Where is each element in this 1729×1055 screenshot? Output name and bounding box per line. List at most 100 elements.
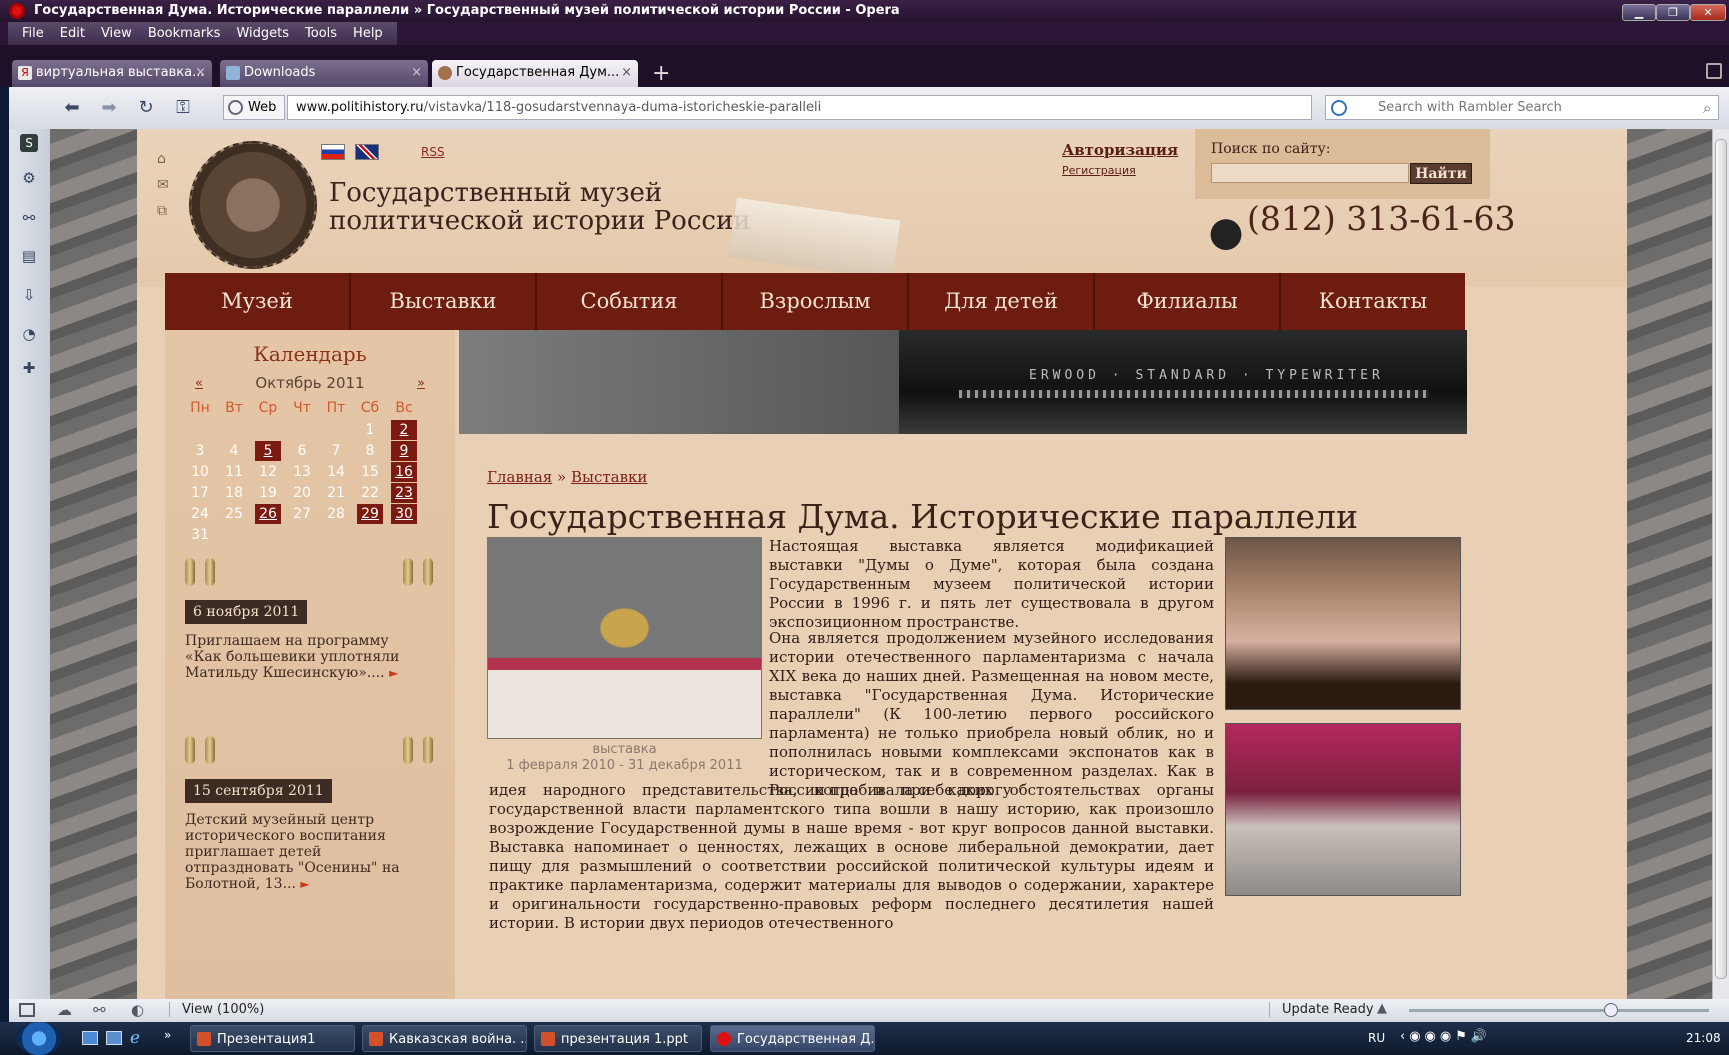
start-button[interactable] <box>16 1022 62 1055</box>
zoom-slider-handle[interactable] <box>1604 1003 1618 1017</box>
reload-icon[interactable]: ↻ <box>133 96 159 120</box>
calendar-day-event[interactable]: 30 <box>391 504 417 524</box>
site-search-input[interactable] <box>1211 163 1409 183</box>
nav-branches[interactable]: Филиалы <box>1095 273 1281 330</box>
calendar-day-event[interactable]: 9 <box>391 441 417 461</box>
breadcrumb-home[interactable]: Главная <box>487 468 552 486</box>
key-icon[interactable]: ⚿ <box>170 96 196 120</box>
scrollbar-thumb[interactable] <box>1715 139 1727 979</box>
nav-children[interactable]: Для детей <box>909 273 1095 330</box>
sitemap-icon[interactable]: ⧉ <box>157 203 173 219</box>
page-scrollbar[interactable] <box>1712 129 1729 999</box>
calendar-day: 10 <box>191 464 209 480</box>
forward-icon[interactable]: ➡ <box>96 96 122 120</box>
speed-dial-icon[interactable]: S <box>20 134 38 152</box>
rss-link[interactable]: RSS <box>421 145 445 159</box>
menu-widgets[interactable]: Widgets <box>228 22 297 45</box>
close-window-button[interactable]: ✕ <box>1690 4 1726 21</box>
clock[interactable]: 21:08 <box>1686 1031 1721 1045</box>
speed-icon[interactable]: ◐ <box>131 1001 144 1019</box>
tab-duma-page[interactable]: Государственная Дум... × <box>432 60 638 87</box>
calendar-day-event[interactable]: 26 <box>255 504 281 524</box>
menu-bookmarks[interactable]: Bookmarks <box>140 22 229 45</box>
update-status[interactable]: Update Ready <box>1269 1002 1374 1017</box>
tab-virtual-exhibit[interactable]: Я виртуальная выставка... × <box>12 60 212 87</box>
arrow-right-icon[interactable]: ► <box>300 877 309 891</box>
downloads-panel-icon[interactable]: ⇩ <box>20 286 38 304</box>
opera-logo-icon[interactable] <box>9 3 25 19</box>
menu-view[interactable]: View <box>93 22 140 45</box>
calendar-day-event[interactable]: 29 <box>357 504 383 524</box>
taskbar-item[interactable]: презентация 1.ppt <box>534 1025 702 1052</box>
address-bar[interactable]: www.politihistory.ru/vistavka/118-gosuda… <box>287 95 1312 120</box>
telephone-icon <box>1200 207 1252 253</box>
calendar-day-event[interactable]: 2 <box>391 420 417 440</box>
tab-close-icon[interactable]: × <box>621 60 632 86</box>
search-engine-icon[interactable] <box>1331 100 1347 116</box>
breadcrumb-exhibitions[interactable]: Выставки <box>571 468 647 486</box>
exhibition-stands-image[interactable] <box>1225 723 1461 896</box>
news-item[interactable]: Приглашаем на программу «Как большевики … <box>185 633 425 681</box>
turbo-icon[interactable]: ⚯ <box>93 1001 106 1019</box>
nav-museum[interactable]: Музей <box>165 273 351 330</box>
add-panel-icon[interactable]: ✚ <box>20 359 38 377</box>
english-flag-icon[interactable] <box>355 144 379 160</box>
web-badge[interactable]: Web <box>223 95 285 120</box>
history-icon[interactable]: ◔ <box>20 325 38 343</box>
calendar-day-event[interactable]: 23 <box>391 483 417 503</box>
news-item[interactable]: Детский музейный центр исторического вос… <box>185 812 425 892</box>
show-desktop-icon[interactable] <box>82 1031 98 1045</box>
more-icon[interactable]: » <box>164 1028 171 1042</box>
menu-tools[interactable]: Tools <box>297 22 345 45</box>
search-input[interactable]: Search with Rambler Search <box>1325 95 1719 120</box>
zoom-slider[interactable] <box>1409 1009 1709 1012</box>
calendar-next-link[interactable]: » <box>417 376 425 391</box>
settings-gear-icon[interactable]: ⚙ <box>20 169 38 187</box>
russian-flag-icon[interactable] <box>321 144 345 160</box>
internet-explorer-icon[interactable]: ℯ <box>130 1028 140 1048</box>
exhibition-hall-image[interactable] <box>1225 537 1461 710</box>
tab-close-icon[interactable]: × <box>195 60 206 86</box>
register-link[interactable]: Регистрация <box>1062 164 1136 177</box>
tab-downloads[interactable]: Downloads × <box>220 60 428 87</box>
share-icon[interactable]: ⚯ <box>20 209 38 227</box>
mail-icon[interactable]: ✉ <box>157 177 173 193</box>
maximize-button[interactable]: ❐ <box>1656 4 1690 21</box>
typewriter-image: ERWOOD · STANDARD · TYPEWRITER <box>899 330 1467 434</box>
home-icon[interactable]: ⌂ <box>157 151 173 167</box>
back-icon[interactable]: ⬅ <box>59 96 85 120</box>
calendar-day-event[interactable]: 16 <box>391 462 417 482</box>
taskbar-item[interactable]: Кавказская война. ... <box>362 1025 527 1052</box>
taskbar-item[interactable]: Презентация1 <box>190 1025 355 1052</box>
tray-icons[interactable]: ‹◉◉◉⚑🔊 <box>1400 1029 1491 1044</box>
menu-file[interactable]: File <box>14 22 52 45</box>
taskbar-item-active[interactable]: Государственная Д... <box>710 1025 875 1052</box>
nav-adults[interactable]: Взрослым <box>723 273 909 330</box>
minimize-button[interactable]: ▁ <box>1622 4 1656 21</box>
menu-edit[interactable]: Edit <box>52 22 93 45</box>
museum-crest-logo[interactable] <box>189 141 317 269</box>
nav-contacts[interactable]: Контакты <box>1281 273 1465 330</box>
arrow-right-icon[interactable]: ► <box>389 666 398 680</box>
site-search-button[interactable]: Найти <box>1410 163 1472 184</box>
unite-icon[interactable]: ☁ <box>57 1001 72 1019</box>
notes-icon[interactable]: ▤ <box>20 247 38 265</box>
language-indicator[interactable]: RU <box>1368 1031 1385 1045</box>
panel-toggle-icon[interactable] <box>19 1003 35 1017</box>
arrow-up-icon[interactable]: ▲ <box>1377 1001 1387 1016</box>
bell-exhibit-image[interactable] <box>487 537 762 739</box>
tab-close-icon[interactable]: × <box>411 60 422 86</box>
switch-windows-icon[interactable] <box>106 1031 122 1045</box>
museum-name[interactable]: Государственный музей политической истор… <box>329 179 751 235</box>
nav-events[interactable]: События <box>537 273 723 330</box>
trash-icon[interactable] <box>1706 63 1722 79</box>
tab-label: Государственная Дум... <box>456 65 620 80</box>
auth-link[interactable]: Авторизация <box>1062 141 1178 159</box>
calendar-day-event[interactable]: 5 <box>255 441 281 461</box>
search-icon[interactable]: ⌕ <box>1703 99 1711 117</box>
menu-help[interactable]: Help <box>345 22 391 45</box>
nav-exhibitions[interactable]: Выставки <box>351 273 537 330</box>
zoom-level[interactable]: View (100%) <box>169 1002 264 1017</box>
task-label: Кавказская война. ... <box>389 1032 527 1047</box>
new-tab-button[interactable]: + <box>652 61 670 86</box>
